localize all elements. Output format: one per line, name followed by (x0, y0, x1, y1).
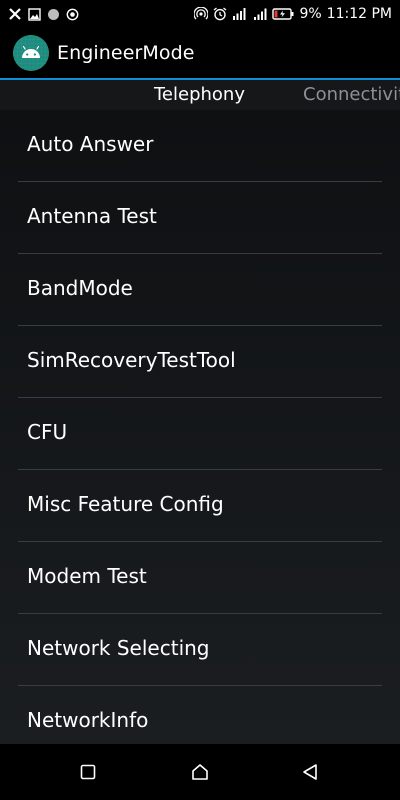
screen: 9% 11:12 PM EngineerMode Telephony Conne… (0, 0, 400, 800)
battery-percent: 9% (299, 6, 322, 22)
hotspot-icon (194, 7, 209, 21)
list-item-cfu[interactable]: CFU (0, 398, 400, 470)
list-item-label: BandMode (27, 276, 133, 300)
tab-connectivity[interactable]: Connectivity (303, 84, 400, 105)
navigation-bar (0, 744, 400, 800)
app-bar: EngineerMode (0, 28, 400, 78)
status-left (8, 7, 79, 21)
list-item-label: Network Selecting (27, 636, 210, 660)
list-item-label: Antenna Test (27, 204, 157, 228)
wifi-signal-icon (253, 7, 267, 21)
recents-icon[interactable] (74, 758, 102, 786)
status-bar: 9% 11:12 PM (0, 0, 400, 28)
list-item-network-selecting[interactable]: Network Selecting (0, 614, 400, 686)
list-item-antenna-test[interactable]: Antenna Test (0, 182, 400, 254)
list-item-label: SimRecoveryTestTool (27, 348, 236, 372)
list-item-networkinfo[interactable]: NetworkInfo (0, 686, 400, 744)
list-item-misc-feature-config[interactable]: Misc Feature Config (0, 470, 400, 542)
list-item-label: NetworkInfo (27, 708, 149, 732)
menu-list: Auto Answer Antenna Test BandMode SimRec… (0, 110, 400, 744)
close-x-icon (8, 7, 22, 21)
list-item-label: CFU (27, 420, 68, 444)
circle-icon (46, 7, 60, 21)
list-item-auto-answer[interactable]: Auto Answer (0, 110, 400, 182)
status-right: 9% 11:12 PM (194, 6, 392, 22)
back-icon[interactable] (296, 758, 324, 786)
alarm-icon (213, 7, 227, 21)
home-icon[interactable] (186, 758, 214, 786)
android-icon (13, 35, 49, 71)
list-item-label: Misc Feature Config (27, 492, 224, 516)
list-item-bandmode[interactable]: BandMode (0, 254, 400, 326)
list-item-label: Modem Test (27, 564, 147, 588)
target-icon (65, 7, 79, 21)
list-item-label: Auto Answer (27, 132, 154, 156)
clock: 11:12 PM (326, 6, 392, 22)
tab-strip: Telephony Connectivity (0, 80, 400, 112)
image-icon (27, 7, 41, 21)
list-item-modem-test[interactable]: Modem Test (0, 542, 400, 614)
list-item-sim-recovery-test-tool[interactable]: SimRecoveryTestTool (0, 326, 400, 398)
tab-telephony[interactable]: Telephony (154, 84, 245, 105)
battery-charging-icon (272, 7, 294, 21)
signal-icon (232, 7, 248, 21)
app-title: EngineerMode (57, 42, 195, 64)
